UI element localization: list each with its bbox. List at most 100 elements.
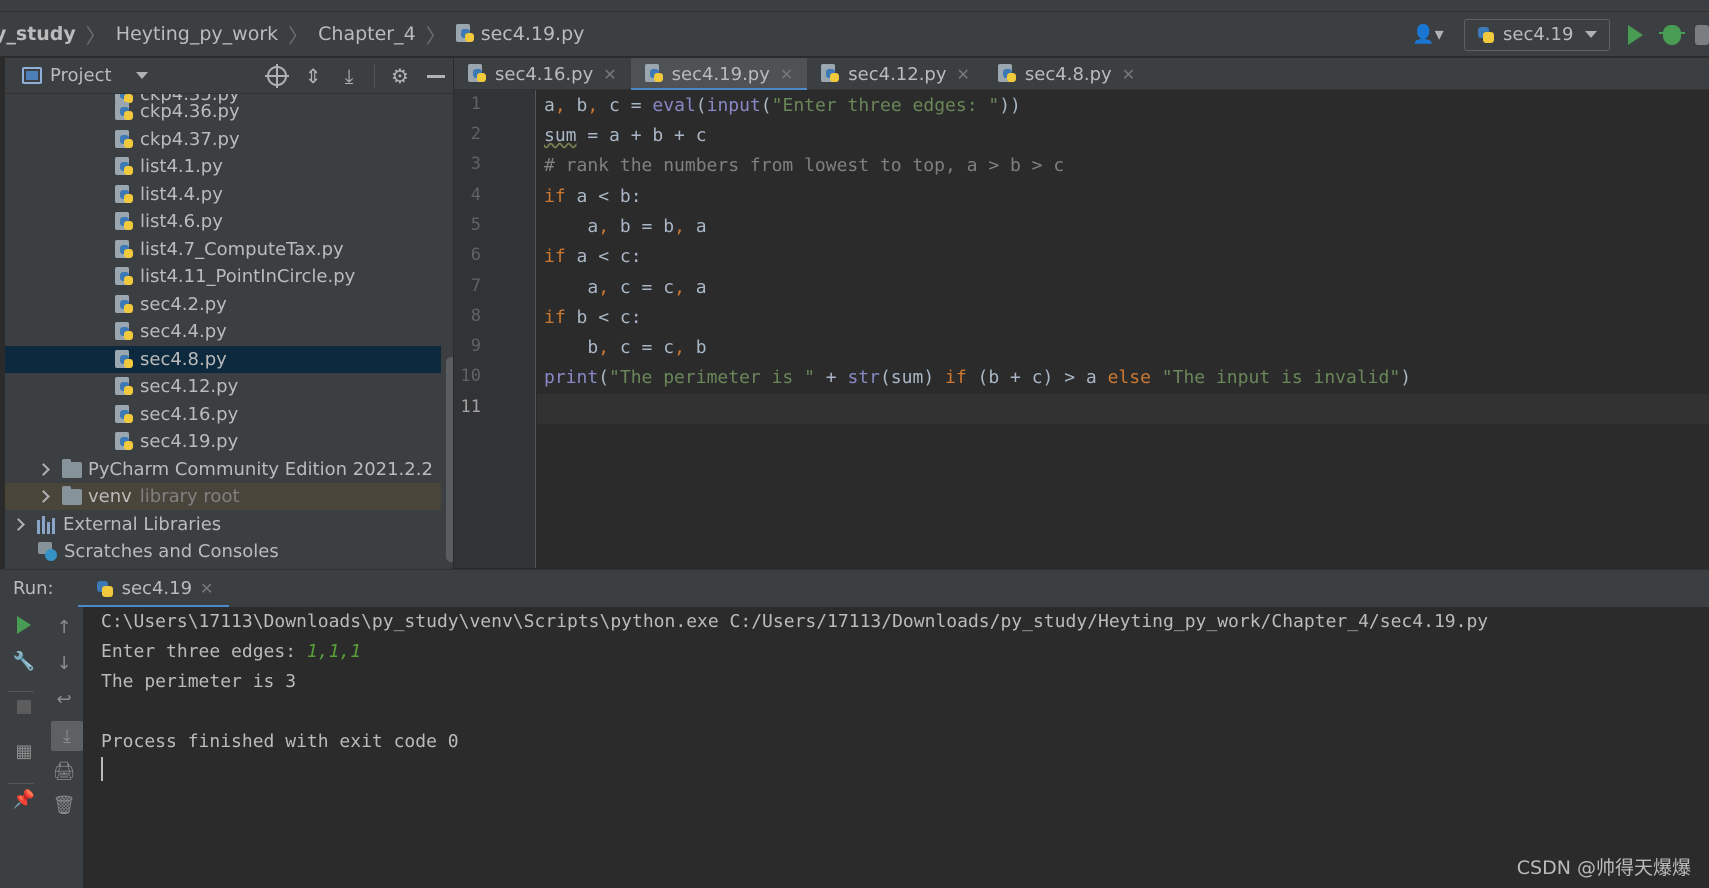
code-line: b, c = c, b (544, 333, 706, 363)
python-file-icon (455, 24, 475, 44)
tab-sec4-19[interactable]: sec4.19.py ✕ (630, 58, 808, 91)
pin-button[interactable]: 📌 (12, 787, 36, 811)
tree-item-label: ckp4.36.py (140, 101, 240, 122)
down-arrow-button[interactable]: ↓ (52, 651, 76, 675)
python-file-icon (115, 239, 134, 260)
soft-wrap-icon: ↩ (56, 688, 72, 710)
tree-item-file[interactable]: sec4.19.py (5, 428, 441, 455)
code-line: if a < c: (544, 242, 642, 272)
close-icon[interactable]: ✕ (1122, 65, 1135, 84)
edit-configuration-button[interactable]: 🔧 (12, 649, 36, 673)
run-panel-label: Run: (13, 578, 54, 599)
tree-item-scratches[interactable]: Scratches and Consoles (5, 538, 441, 565)
trash-icon: 🗑 (52, 794, 76, 816)
line-number: 10 (460, 366, 481, 386)
chevron-right-icon[interactable] (37, 463, 50, 476)
tab-label: sec4.8.py (1024, 63, 1112, 85)
close-icon[interactable]: ✕ (603, 65, 616, 84)
collapse-all-button[interactable]: ⤓ (338, 64, 360, 88)
editor-tabs: sec4.16.py ✕ sec4.19.py ✕ sec4.12.py ✕ s… (454, 58, 1709, 91)
layout-button[interactable]: ▦ (12, 739, 36, 763)
python-file-icon (115, 349, 134, 370)
line-number: 8 (470, 306, 481, 326)
code-editor[interactable]: 1 2 3 4 5 6 7 8 9 10 11 a, b, c = eval(i… (454, 90, 1709, 568)
code-text: a, b, c = eval(input("Enter three edges:… (544, 95, 1021, 116)
tree-item-file[interactable]: list4.11_PointInCircle.py (5, 263, 441, 290)
run-console[interactable]: C:\Users\17113\Downloads\py_study\venv\S… (83, 607, 1709, 888)
code-text: a, c = c, a (544, 277, 707, 298)
hide-panel-button[interactable] (425, 65, 447, 87)
project-view-selector[interactable]: Project (22, 65, 148, 86)
tree-item-file[interactable]: list4.4.py (5, 181, 441, 208)
close-icon[interactable]: ✕ (780, 65, 793, 84)
tree-item-file[interactable]: sec4.2.py (5, 291, 441, 318)
up-arrow-button[interactable]: ↑ (52, 615, 76, 639)
code-text: if a < b: (544, 186, 642, 207)
debug-icon[interactable] (1659, 24, 1685, 45)
code-text: sum = a + b + c (544, 125, 707, 146)
soft-wrap-button[interactable]: ↩ (52, 687, 76, 711)
chevron-down-icon (135, 72, 148, 79)
tab-sec4-8[interactable]: sec4.8.py ✕ (984, 58, 1149, 90)
run-icon[interactable] (1628, 24, 1643, 45)
tree-item-file[interactable]: list4.1.py (5, 153, 441, 180)
code-line: a, b = b, a (544, 212, 706, 242)
tree-item-file[interactable]: list4.6.py (5, 208, 441, 235)
tree-item-file[interactable]: ckp4.37.py (5, 126, 441, 153)
tree-item-file[interactable]: sec4.4.py (5, 318, 441, 345)
tab-sec4-12[interactable]: sec4.12.py ✕ (807, 58, 984, 90)
tree-item-external-libraries[interactable]: External Libraries (5, 511, 441, 538)
scroll-to-end-icon: ⤓ (63, 725, 71, 747)
rerun-button[interactable] (12, 613, 36, 637)
toolbar-divider (374, 64, 375, 88)
code-line: print("The perimeter is " + str(sum) if … (544, 363, 1411, 393)
tree-item-label: sec4.2.py (140, 294, 227, 315)
tree-item-file[interactable]: sec4.16.py (5, 401, 441, 428)
python-file-icon (115, 294, 134, 315)
run-configuration-select[interactable]: sec4.19 (1464, 18, 1610, 51)
breadcrumb-file[interactable]: sec4.19.py (455, 23, 584, 45)
breadcrumb-chapter[interactable]: Chapter_4 (318, 23, 416, 45)
breadcrumb-folder[interactable]: Heyting_py_work (116, 23, 278, 45)
settings-button[interactable]: ⚙ (389, 64, 411, 88)
scroll-to-end-button[interactable]: ⤓ (55, 724, 79, 748)
tree-item-file[interactable]: list4.7_ComputeTax.py (5, 236, 441, 263)
run-tab-sec4-19[interactable]: sec4.19 ✕ (77, 570, 230, 608)
tree-item-file[interactable]: sec4.12.py (5, 373, 441, 400)
tree-scrollbar[interactable] (446, 357, 453, 562)
tree-item-file-selected[interactable]: sec4.8.py (5, 346, 441, 373)
user-icon[interactable]: 👤▾ (1406, 20, 1450, 50)
expand-all-button[interactable]: ⇕ (302, 64, 324, 88)
breadcrumb-project[interactable]: y_study (0, 23, 76, 45)
close-icon[interactable]: ✕ (957, 65, 970, 84)
library-root-note: library root (139, 486, 240, 507)
project-panel-header: Project ⇕ ⤓ ⚙ (5, 58, 453, 94)
tree-item-file[interactable]: ckp4.36.py (5, 98, 441, 125)
chevron-right-icon[interactable] (37, 490, 50, 503)
stop-button[interactable] (12, 695, 36, 719)
expand-all-icon: ⇕ (304, 64, 322, 88)
print-button[interactable]: 🖨 (52, 759, 76, 783)
code-line: a, c = c, a (544, 273, 707, 303)
python-file-icon (821, 64, 840, 84)
line-number: 7 (470, 276, 481, 296)
project-icon (22, 67, 42, 84)
tab-label: sec4.16.py (495, 63, 594, 85)
line-number: 9 (470, 336, 481, 356)
tree-item-label: list4.1.py (140, 156, 223, 177)
navigation-bar: y_study 〉 Heyting_py_work 〉 Chapter_4 〉 … (0, 12, 1709, 57)
chevron-right-icon[interactable] (12, 518, 25, 531)
close-icon[interactable]: ✕ (200, 579, 213, 598)
python-file-icon (115, 211, 134, 232)
code-line: if b < c: (544, 303, 642, 333)
tree-item-folder-venv[interactable]: venv library root (5, 483, 441, 510)
python-file-icon (115, 321, 134, 342)
tree-item-folder[interactable]: PyCharm Community Edition 2021.2.2 (5, 456, 441, 483)
tab-sec4-16[interactable]: sec4.16.py ✕ (454, 58, 631, 90)
tree-item-label: sec4.4.py (140, 321, 227, 342)
coverage-icon[interactable] (1695, 24, 1709, 45)
locate-file-button[interactable] (265, 64, 289, 88)
clear-all-button[interactable]: 🗑 (52, 793, 76, 817)
code-area[interactable]: a, b, c = eval(input("Enter three edges:… (537, 90, 1709, 568)
library-icon (37, 515, 57, 534)
